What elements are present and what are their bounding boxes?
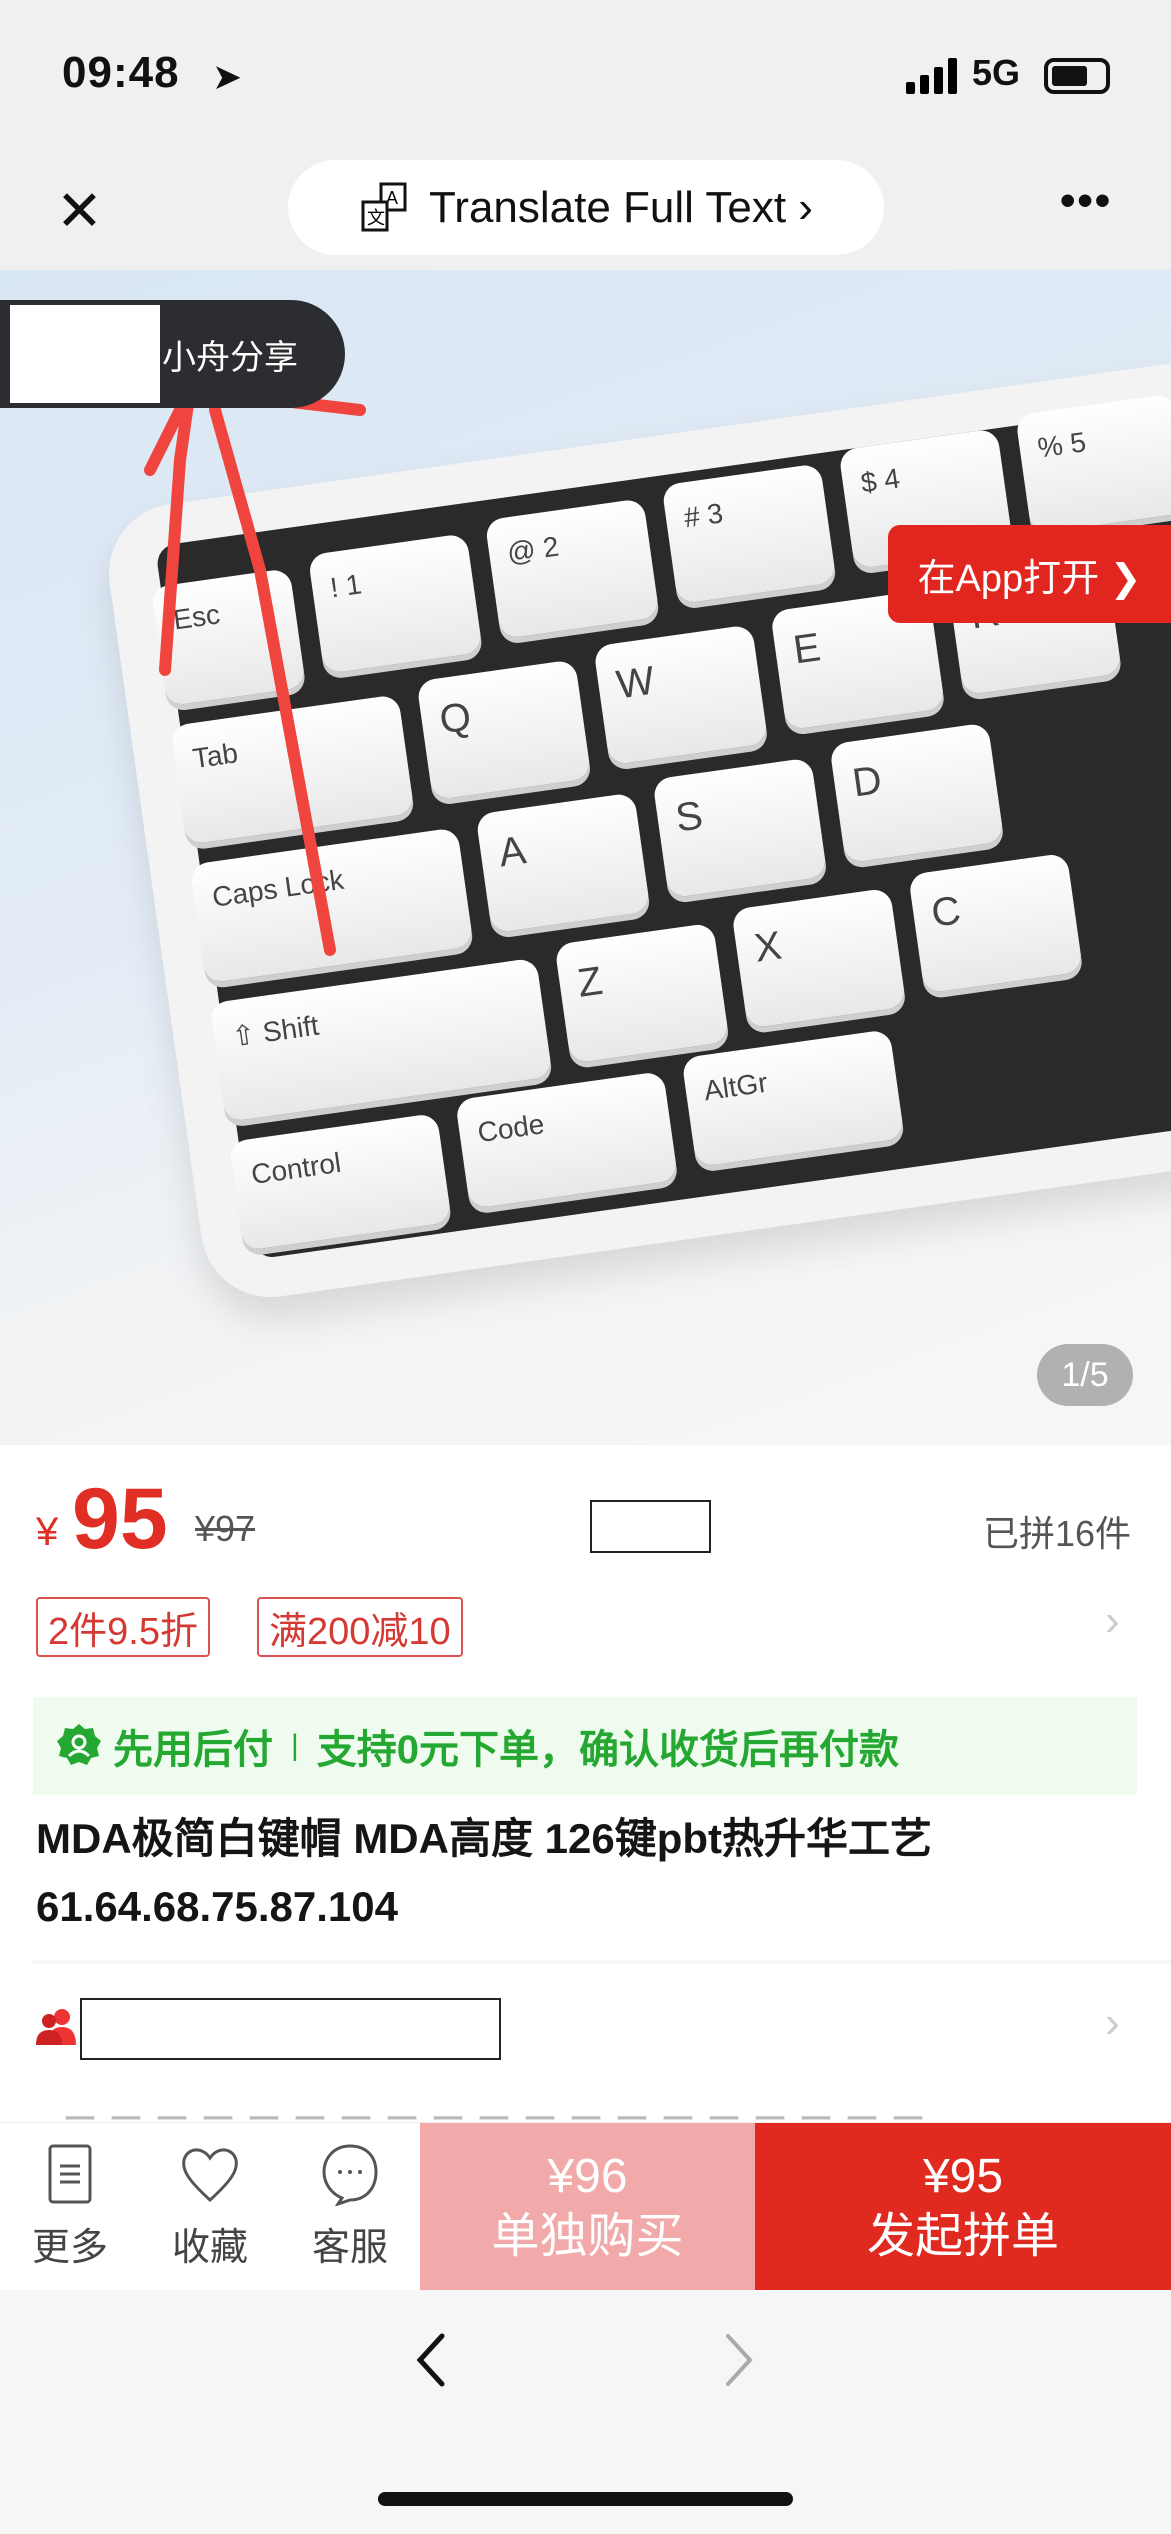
list-icon: [48, 2144, 92, 2204]
status-time: 09:48: [62, 48, 180, 97]
red-arrow-annotation: [144, 384, 366, 956]
forward-icon[interactable]: [718, 2330, 758, 2390]
favorite-label: 收藏: [171, 2227, 248, 2269]
group-price: ¥95: [922, 2149, 1004, 2203]
divider: [33, 1960, 1171, 1964]
service-label: 客服: [311, 2227, 388, 2269]
share-label: 小舟分享: [162, 338, 298, 377]
partial-text: 二二二二二二二二二二二二二二二二二二二: [60, 2098, 934, 2122]
share-banner[interactable]: 小舟分享: [0, 300, 345, 408]
svg-text:文: 文: [367, 208, 385, 229]
pay-later-banner[interactable]: 先用后付 | 支持0元下单，确认收货后再付款: [33, 1697, 1137, 1795]
close-icon[interactable]: ✕: [56, 178, 103, 244]
translate-icon: A文: [361, 182, 407, 231]
open-in-app-button[interactable]: 在App打开 ❯: [888, 525, 1171, 623]
redacted-box: [80, 1998, 501, 2060]
redacted-avatar: [10, 305, 160, 403]
solo-label: 单独购买: [491, 2209, 684, 2263]
network-label: 5G: [972, 52, 1021, 93]
sold-count: 已拼16件: [982, 1513, 1131, 1554]
signal-icon: [906, 58, 957, 94]
group-buy-button[interactable]: ¥95 发起拼单: [755, 2123, 1171, 2290]
bottom-action-bar: 更多 收藏 客服 ¥96 单独购买 ¥95 发起拼单: [0, 2122, 1171, 2290]
product-image[interactable]: Esc ! 1 @ 2 # 3 $ 4 % 5 Tab Q W E R Caps…: [0, 270, 1171, 1445]
home-indicator[interactable]: [378, 2492, 793, 2506]
translate-button[interactable]: A文 Translate Full Text ›: [288, 160, 884, 255]
badge-icon: [57, 1724, 101, 1765]
promo-tag[interactable]: 满200减10: [257, 1597, 463, 1657]
pay-later-title: 先用后付: [113, 1728, 273, 1772]
more-label: 更多: [31, 2227, 108, 2269]
chat-icon: [322, 2144, 378, 2206]
back-icon[interactable]: [412, 2330, 452, 2390]
product-title: MDA极简白键帽 MDA高度 126键pbt热升华工艺 61.64.68.75.…: [36, 1815, 933, 1930]
solo-price: ¥96: [547, 2149, 628, 2203]
group-users-icon: [36, 2009, 76, 2045]
favorite-button[interactable]: 收藏: [140, 2123, 280, 2290]
chevron-right-icon[interactable]: ›: [1105, 1998, 1120, 2048]
chevron-right-icon[interactable]: ›: [1105, 1596, 1120, 1646]
translate-label: Translate Full Text ›: [429, 182, 813, 232]
battery-icon: [1044, 58, 1110, 94]
redacted-box: [590, 1500, 711, 1553]
location-icon: ➤: [212, 56, 243, 97]
price: 95: [72, 1471, 168, 1567]
currency-symbol: ¥: [36, 1510, 59, 1554]
buy-alone-button[interactable]: ¥96 单独购买: [420, 2123, 755, 2290]
image-pager: 1/5: [1037, 1344, 1133, 1406]
promo-tag[interactable]: 2件9.5折: [36, 1597, 210, 1657]
separator: |: [291, 1729, 299, 1762]
original-price: ¥97: [195, 1508, 256, 1549]
more-icon[interactable]: •••: [1060, 176, 1112, 226]
pay-later-desc: 支持0元下单，确认收货后再付款: [316, 1728, 900, 1772]
group-label: 发起拼单: [866, 2209, 1059, 2263]
more-button[interactable]: 更多: [0, 2123, 140, 2290]
heart-icon: [182, 2148, 238, 2203]
customer-service-button[interactable]: 客服: [280, 2123, 420, 2290]
